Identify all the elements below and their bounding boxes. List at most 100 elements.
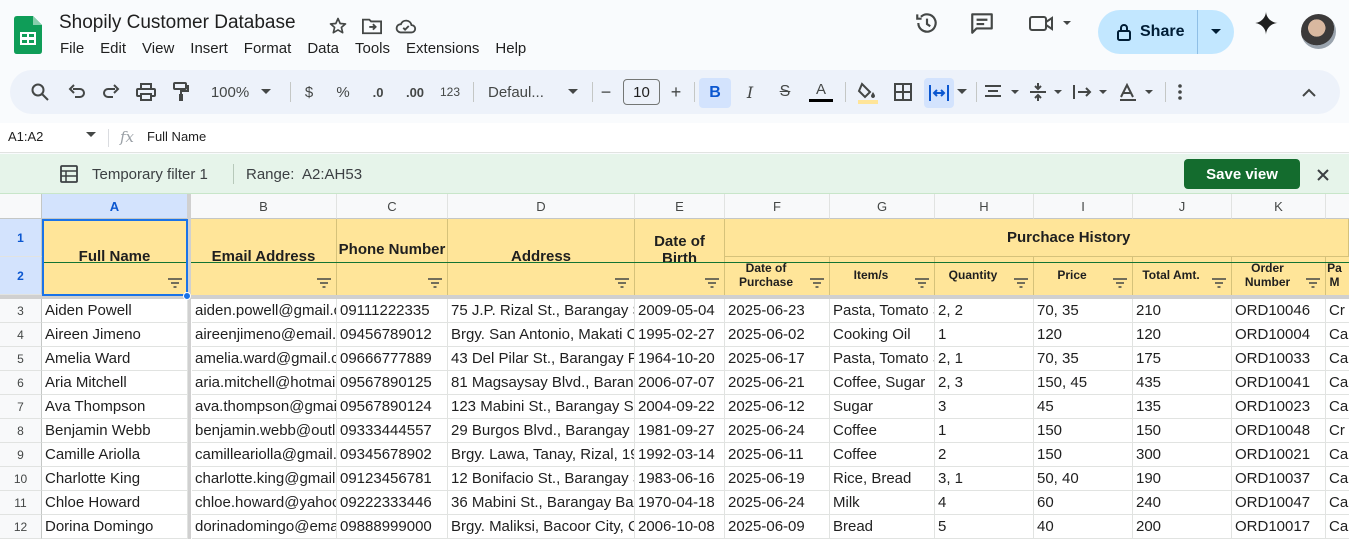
row-header[interactable]: 5 [0,347,42,371]
spreadsheet-grid[interactable]: A B C D E F G H I J K 1 2 3 4 5 6 7 8 9 10 11 12 Full Name Email… [0,194,1349,539]
table-cell[interactable]: 43 Del Pilar St., Barangay P [448,347,635,371]
column-filter-icon[interactable] [1112,277,1128,289]
table-cell[interactable]: ORD10033 [1232,347,1326,371]
table-cell[interactable]: Coffee [830,419,935,443]
menu-data[interactable]: Data [307,40,348,57]
table-cell[interactable]: 12 Bonifacio St., Barangay S [448,467,635,491]
hide-menus-chevron-up-icon[interactable] [1299,80,1319,104]
table-cell[interactable]: Ca [1326,347,1349,371]
table-cell[interactable]: Benjamin Webb [42,419,188,443]
table-cell[interactable]: 29 Burgos Blvd., Barangay S [448,419,635,443]
column-header-g[interactable]: G [830,194,935,219]
table-cell[interactable]: 4 [935,491,1034,515]
table-cell[interactable]: Ca [1326,371,1349,395]
table-cell[interactable]: 2025-06-02 [725,323,830,347]
table-cell[interactable]: 09567890124 [337,395,448,419]
table-cell[interactable]: Ava Thompson [42,395,188,419]
table-cell[interactable]: camilleariolla@gmail. [192,443,337,467]
increase-font-size-button[interactable]: + [667,80,685,104]
table-cell[interactable]: 300 [1133,443,1232,467]
table-cell[interactable]: ORD10041 [1232,371,1326,395]
fill-color-icon[interactable] [855,80,881,104]
table-cell[interactable]: ORD10048 [1232,419,1326,443]
column-filter-icon[interactable] [704,277,720,289]
menu-edit[interactable]: Edit [100,40,135,57]
table-cell[interactable]: 1964-10-20 [635,347,725,371]
row-header[interactable]: 8 [0,419,42,443]
menu-insert[interactable]: Insert [190,40,237,57]
strikethrough-button[interactable]: S [775,80,795,104]
table-cell[interactable]: ava.thompson@gmai [192,395,337,419]
row-header[interactable]: 4 [0,323,42,347]
table-cell[interactable]: 1981-09-27 [635,419,725,443]
column-filter-icon[interactable] [1013,277,1029,289]
menu-help[interactable]: Help [495,40,535,57]
table-cell[interactable]: 2025-06-19 [725,467,830,491]
table-cell[interactable]: ORD10037 [1232,467,1326,491]
column-header-i[interactable]: I [1034,194,1133,219]
italic-button[interactable]: I [740,80,760,104]
table-cell[interactable]: Ca [1326,395,1349,419]
header-purchase-history[interactable]: Purchace History [725,219,1349,257]
table-cell[interactable]: charlotte.king@gmail. [192,467,337,491]
formula-input[interactable]: Full Name [147,129,206,144]
table-cell[interactable]: 2006-07-07 [635,371,725,395]
table-cell[interactable]: Aireen Jimeno [42,323,188,347]
table-cell[interactable]: 45 [1034,395,1133,419]
table-cell[interactable]: 50, 40 [1034,467,1133,491]
table-cell[interactable]: 2025-06-23 [725,299,830,323]
decrease-decimal-button[interactable]: .0 [365,80,391,104]
text-color-button[interactable]: A [808,80,834,104]
table-cell[interactable]: ORD10046 [1232,299,1326,323]
table-cell[interactable]: 09345678902 [337,443,448,467]
table-cell[interactable]: 2, 2 [935,299,1034,323]
document-title[interactable]: Shopily Customer Database [59,12,296,34]
table-cell[interactable]: 1970-04-18 [635,491,725,515]
column-filter-icon[interactable] [614,277,630,289]
header-email-address[interactable]: Email Address [191,219,337,296]
table-cell[interactable]: 2009-05-04 [635,299,725,323]
table-cell[interactable]: 36 Mabini St., Barangay Bag [448,491,635,515]
row-header[interactable]: 2 [0,257,42,295]
table-cell[interactable]: 240 [1133,491,1232,515]
redo-icon[interactable] [99,80,123,104]
table-cell[interactable]: 70, 35 [1034,299,1133,323]
table-cell[interactable]: 3 [935,395,1034,419]
table-cell[interactable]: 120 [1034,323,1133,347]
move-folder-icon[interactable] [360,14,384,38]
table-cell[interactable]: Coffee, Sugar [830,371,935,395]
zoom-select[interactable]: 100% [206,80,276,104]
table-cell[interactable]: Charlotte King [42,467,188,491]
table-cell[interactable]: 150 [1133,419,1232,443]
table-cell[interactable]: 2006-10-08 [635,515,725,539]
select-all-corner[interactable] [0,194,42,219]
table-cell[interactable]: 2 [935,443,1034,467]
table-cell[interactable]: Ca [1326,443,1349,467]
table-cell[interactable]: ORD10017 [1232,515,1326,539]
fill-handle[interactable] [183,292,191,300]
table-cell[interactable]: 09111222335 [337,299,448,323]
column-filter-icon[interactable] [316,277,332,289]
column-filter-icon[interactable] [914,277,930,289]
menu-format[interactable]: Format [244,40,301,57]
table-cell[interactable]: ORD10004 [1232,323,1326,347]
borders-icon[interactable] [891,80,915,104]
share-button[interactable]: Share [1098,10,1234,54]
column-header-b[interactable]: B [191,194,337,219]
table-cell[interactable]: 09333444557 [337,419,448,443]
table-cell[interactable]: 09567890125 [337,371,448,395]
column-filter-icon[interactable] [809,277,825,289]
table-cell[interactable]: 135 [1133,395,1232,419]
table-cell[interactable]: Chloe Howard [42,491,188,515]
table-cell[interactable]: Brgy. San Antonio, Makati C [448,323,635,347]
table-cell[interactable]: 2025-06-24 [725,419,830,443]
column-filter-icon[interactable] [1211,277,1227,289]
filter-view-name[interactable]: Temporary filter 1 [92,166,208,183]
row-header[interactable]: 3 [0,299,42,323]
format-percent-button[interactable]: % [333,80,353,104]
table-cell[interactable]: 150 [1034,443,1133,467]
table-cell[interactable]: 75 J.P. Rizal St., Barangay S [448,299,635,323]
table-cell[interactable]: Pasta, Tomato S [830,299,935,323]
vertical-align-icon[interactable] [1028,80,1068,104]
table-cell[interactable]: 1995-02-27 [635,323,725,347]
